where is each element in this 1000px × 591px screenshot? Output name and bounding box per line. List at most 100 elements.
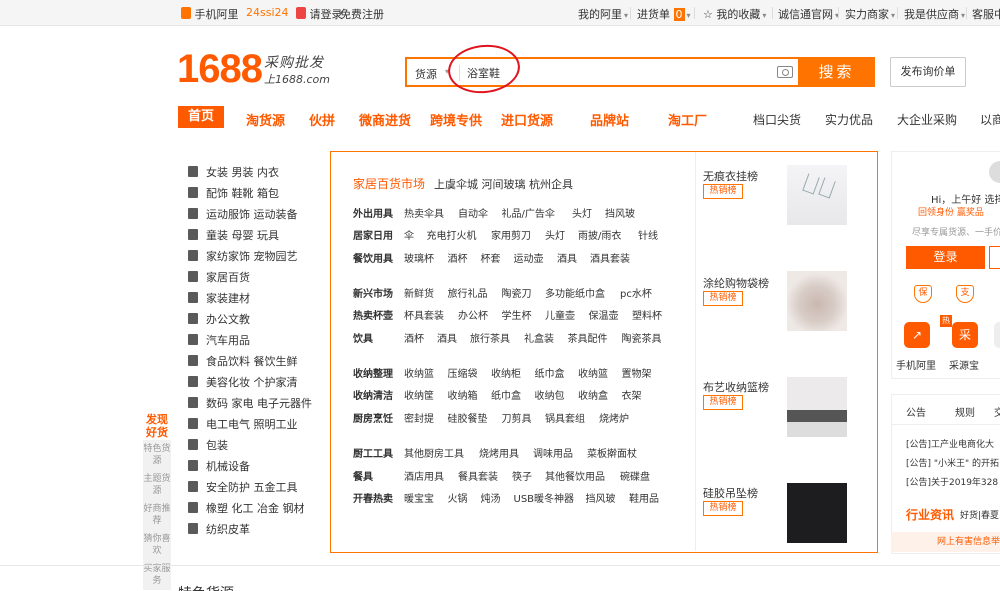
- row-item[interactable]: 办公杯: [458, 307, 488, 322]
- login-button[interactable]: 登录: [906, 246, 985, 269]
- news-item[interactable]: [公告] "小米王" 的开拓: [906, 456, 999, 469]
- register-link[interactable]: 免费注册: [340, 6, 384, 22]
- row-item[interactable]: 自动伞: [458, 205, 488, 220]
- row-item[interactable]: 其他餐饮用品: [545, 468, 605, 483]
- row-item[interactable]: 菜板擀面杖: [587, 445, 637, 460]
- category-item[interactable]: 包装: [188, 437, 228, 453]
- row-item[interactable]: 暖宝宝: [404, 490, 434, 505]
- mobile-link[interactable]: 手机阿里: [181, 6, 239, 22]
- search-button[interactable]: 搜索: [798, 57, 875, 87]
- row-item[interactable]: 塑料杯: [632, 307, 662, 322]
- category-item[interactable]: 运动服饰 运动装备: [188, 206, 298, 222]
- side-tab[interactable]: 好商推荐: [143, 500, 171, 530]
- row-item[interactable]: 杯套: [481, 250, 501, 265]
- category-item[interactable]: 美容化妆 个护家清: [188, 374, 298, 390]
- category-item[interactable]: 家居百货: [188, 269, 250, 285]
- category-item[interactable]: 电工电气 照明工业: [188, 416, 298, 432]
- row-item[interactable]: 酒具: [557, 250, 577, 265]
- ranking-title[interactable]: 硅胶吊坠榜: [703, 485, 758, 501]
- row-label[interactable]: 餐饮用具: [353, 250, 393, 265]
- nav-item-import[interactable]: 进口货源: [501, 110, 553, 129]
- row-item[interactable]: 衣架: [622, 387, 642, 402]
- favorites-menu[interactable]: ☆ 我的收藏 ▾: [703, 6, 766, 22]
- news-item[interactable]: [公告]工产业电商化大: [906, 437, 994, 450]
- my-ali-menu[interactable]: 我的阿里 ▾: [578, 6, 628, 22]
- row-item[interactable]: 新鲜货: [404, 285, 434, 300]
- category-item[interactable]: 家装建材: [188, 290, 250, 306]
- row-item[interactable]: 充电打火机: [427, 227, 477, 242]
- panel-subtitle[interactable]: 上虞伞城 河间玻璃 杭州企具: [434, 176, 573, 192]
- select-link[interactable]: 选择: [985, 195, 1000, 206]
- guarantee-icon[interactable]: 保: [914, 285, 932, 303]
- row-item[interactable]: 运动壶: [514, 250, 544, 265]
- row-item[interactable]: 火锅: [448, 490, 468, 505]
- row-item[interactable]: pc水杯: [620, 285, 652, 300]
- row-item[interactable]: 陶瓷刀: [502, 285, 532, 300]
- row-item[interactable]: 收纳篮: [404, 365, 434, 380]
- row-label[interactable]: 新兴市场: [353, 285, 393, 300]
- industry-news-title[interactable]: 行业资讯: [906, 506, 954, 523]
- category-item[interactable]: 女装 男装 内衣: [188, 164, 279, 180]
- category-item[interactable]: 办公文教: [188, 311, 250, 327]
- row-item[interactable]: 头灯: [572, 205, 592, 220]
- row-item[interactable]: 挡风玻: [605, 205, 635, 220]
- row-item[interactable]: 头灯: [545, 227, 565, 242]
- search-category-select[interactable]: 货源: [415, 66, 437, 82]
- row-item[interactable]: 儿童壶: [545, 307, 575, 322]
- nav-item-shili[interactable]: 实力优品: [825, 111, 873, 128]
- row-item[interactable]: 收纳箱: [448, 387, 478, 402]
- row-item[interactable]: 收纳盒: [578, 387, 608, 402]
- row-item[interactable]: 多功能纸巾盒: [545, 285, 605, 300]
- product-image[interactable]: [787, 377, 847, 437]
- row-item[interactable]: 礼品/广告伞: [502, 205, 555, 220]
- nav-item-enterprise[interactable]: 大企业采购: [897, 111, 957, 128]
- industry-news-sub[interactable]: 好货|春夏: [960, 508, 999, 521]
- category-item[interactable]: 数码 家电 电子元器件: [188, 395, 312, 411]
- row-item[interactable]: 刀剪具: [502, 410, 532, 425]
- news-item[interactable]: [公告]关于2019年328: [906, 475, 998, 488]
- ranking-title[interactable]: 布艺收纳篮榜: [703, 379, 769, 395]
- app-icon[interactable]: [994, 322, 1000, 348]
- row-label[interactable]: 热卖杯壶: [353, 307, 393, 322]
- row-item[interactable]: 收纳包: [535, 387, 565, 402]
- row-item[interactable]: 烧烤用具: [479, 445, 519, 460]
- service-menu[interactable]: 客服中心: [972, 6, 1000, 22]
- row-item[interactable]: 其他厨房工具: [404, 445, 464, 460]
- side-tab[interactable]: 特色货源: [143, 440, 171, 470]
- row-item[interactable]: 碗碟盘: [620, 468, 650, 483]
- row-item[interactable]: 酒店用具: [404, 468, 444, 483]
- product-image[interactable]: [787, 271, 847, 331]
- row-item[interactable]: 保温壶: [589, 307, 619, 322]
- hot-sale-tag[interactable]: 热销榜: [703, 184, 743, 199]
- row-item[interactable]: 纸巾盒: [491, 387, 521, 402]
- row-item[interactable]: 伞: [404, 227, 414, 242]
- report-notice[interactable]: 网上有害信息举: [891, 532, 1000, 552]
- row-item[interactable]: 锅具套组: [545, 410, 585, 425]
- row-item[interactable]: 置物架: [622, 365, 652, 380]
- nav-item-taogongchang[interactable]: 淘工厂: [668, 110, 707, 129]
- row-item[interactable]: 炖汤: [481, 490, 501, 505]
- row-item[interactable]: 压缩袋: [448, 365, 478, 380]
- identity-links[interactable]: 回领身份 赢奖品: [918, 205, 984, 218]
- supplier-menu[interactable]: 我是供应商 ▾: [904, 6, 965, 22]
- row-label[interactable]: 收纳整理: [353, 365, 393, 380]
- row-item[interactable]: 收纳柜: [491, 365, 521, 380]
- tab-rules[interactable]: 规则: [955, 404, 975, 419]
- row-item[interactable]: 硅胶餐垫: [448, 410, 488, 425]
- row-item[interactable]: 纸巾盒: [535, 365, 565, 380]
- nav-item-dangkou[interactable]: 档口尖货: [753, 111, 801, 128]
- category-item[interactable]: 纺织皮革: [188, 521, 250, 537]
- hot-sale-tag[interactable]: 热销榜: [703, 501, 743, 516]
- panel-title[interactable]: 家居百货市场: [353, 175, 425, 192]
- category-item[interactable]: 家纺家饰 宠物园艺: [188, 248, 298, 264]
- row-item[interactable]: 收纳篮: [578, 365, 608, 380]
- row-label[interactable]: 厨工工具: [353, 445, 393, 460]
- camera-icon[interactable]: [777, 66, 793, 78]
- category-item[interactable]: 橡塑 化工 冶金 钢材: [188, 500, 305, 516]
- product-image[interactable]: [787, 483, 847, 543]
- nav-item-weishang[interactable]: 微商进货: [359, 110, 411, 129]
- chengxintong-link[interactable]: 诚信通官网 ▾: [778, 6, 839, 22]
- hot-sale-tag[interactable]: 热销榜: [703, 395, 743, 410]
- nav-item-taohuoyuan[interactable]: 淘货源: [246, 110, 285, 129]
- row-label[interactable]: 外出用具: [353, 205, 393, 220]
